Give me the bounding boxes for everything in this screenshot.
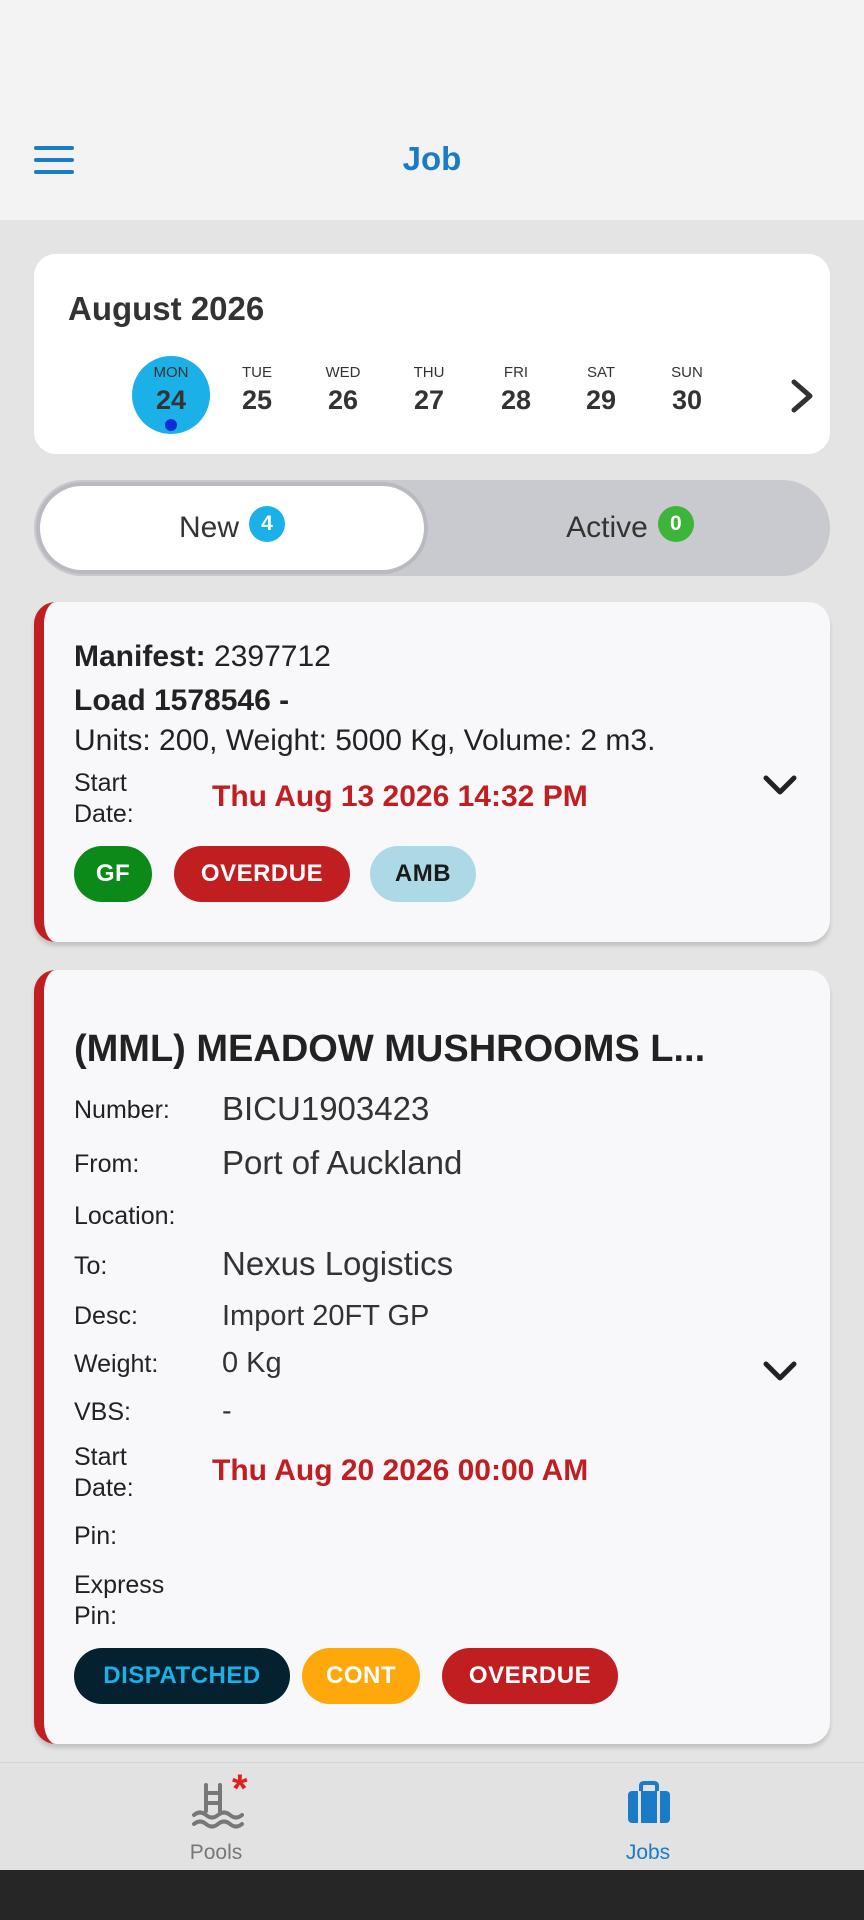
count-badge: 4 (249, 506, 285, 542)
manifest-line: Manifest: 2397712 (74, 640, 331, 674)
chevron-right-icon[interactable] (784, 376, 820, 416)
day-name: TUE (242, 364, 272, 381)
manifest-label: Manifest: (74, 640, 206, 673)
job-card-manifest[interactable]: Manifest: 2397712 Load 1578546 - Units: … (34, 602, 830, 942)
day-number: 29 (585, 385, 617, 415)
to-value: Nexus Logistics (222, 1245, 454, 1282)
day-name: SUN (671, 364, 703, 381)
nav-jobs[interactable]: Jobs (548, 1763, 748, 1871)
location-label: Location: (74, 1202, 176, 1230)
chip-dispatched: DISPATCHED (74, 1648, 290, 1704)
chip-overdue: OVERDUE (174, 846, 350, 902)
day-number: 27 (413, 385, 445, 415)
day-wed-26[interactable]: WED 26 (304, 356, 382, 434)
day-thu-27[interactable]: THU 27 (390, 356, 468, 434)
count-badge: 0 (657, 506, 694, 542)
day-sun-30[interactable]: SUN 30 (648, 356, 726, 434)
chip-cont: CONT (302, 1648, 420, 1704)
weight-value: 0 Kg (222, 1347, 282, 1379)
tab-label: Active (566, 511, 648, 544)
load-line: Load 1578546 - (74, 684, 290, 717)
nav-label: Pools (189, 1841, 243, 1864)
start-date-value: Thu Aug 13 2026 14:32 PM (212, 780, 588, 813)
from-value: Port of Auckland (222, 1144, 463, 1181)
start-date-label: Start Date: (74, 769, 134, 828)
job-title: (MML) MEADOW MUSHROOMS L... (74, 1028, 706, 1070)
nav-pools[interactable]: * Pools (116, 1763, 316, 1871)
day-tue-25[interactable]: TUE 25 (218, 356, 296, 434)
desc-label: Desc: (74, 1302, 138, 1330)
day-number: 25 (241, 385, 273, 415)
day-name: SAT (586, 364, 616, 381)
chevron-down-icon[interactable] (760, 770, 800, 800)
day-name: FRI (503, 364, 529, 381)
units-line: Units: 200, Weight: 5000 Kg, Volume: 2 m… (74, 724, 656, 757)
start-date-label: Start Date: (74, 1443, 134, 1502)
vbs-value: - (222, 1395, 232, 1427)
day-name: MON (153, 364, 189, 381)
alert-asterisk: * (232, 1767, 248, 1811)
week-calendar: August 2026 MON 24 TUE 25 WED 26 THU 27 … (34, 254, 830, 454)
desc-value: Import 20FT GP (222, 1300, 430, 1332)
express-pin-label: Express Pin: (74, 1571, 165, 1630)
tab-label: New (178, 511, 239, 544)
weight-label: Weight: (74, 1350, 159, 1378)
app-bar: Job (0, 0, 864, 220)
has-jobs-dot (165, 419, 177, 431)
to-label: To: (74, 1252, 108, 1280)
start-date-value: Thu Aug 20 2026 00:00 AM (212, 1454, 589, 1487)
number-value: BICU1903423 (222, 1090, 430, 1127)
job-card-container[interactable]: (MML) MEADOW MUSHROOMS L... Number: BICU… (34, 970, 830, 1744)
day-number: 24 (155, 385, 187, 415)
job-status-tabs: New 4 Active 0 (34, 480, 830, 576)
nav-label: Jobs (625, 1841, 671, 1864)
pin-label: Pin: (74, 1522, 118, 1550)
chip-overdue: OVERDUE (442, 1648, 618, 1704)
tab-new[interactable]: New 4 (40, 486, 424, 570)
day-number: 26 (327, 385, 359, 415)
page-title: Job (402, 140, 462, 177)
day-name: THU (413, 364, 445, 381)
manifest-value: 2397712 (214, 640, 331, 673)
calendar-month: August 2026 (68, 290, 265, 327)
chip-gf: GF (74, 846, 152, 902)
day-fri-28[interactable]: FRI 28 (477, 356, 555, 434)
system-navigation-bar (0, 1870, 864, 1920)
bottom-navigation: * Pools Jobs (0, 1762, 864, 1870)
tab-active[interactable]: Active 0 (434, 486, 826, 570)
day-name: WED (325, 364, 361, 381)
day-mon-24[interactable]: MON 24 (132, 356, 210, 434)
day-number: 30 (671, 385, 703, 415)
from-label: From: (74, 1150, 140, 1178)
briefcase-icon (628, 1781, 670, 1823)
vbs-label: VBS: (74, 1398, 131, 1426)
chip-amb: AMB (370, 846, 476, 902)
number-label: Number: (74, 1096, 170, 1124)
day-number: 28 (500, 385, 532, 415)
day-sat-29[interactable]: SAT 29 (562, 356, 640, 434)
chevron-down-icon[interactable] (760, 1356, 800, 1386)
